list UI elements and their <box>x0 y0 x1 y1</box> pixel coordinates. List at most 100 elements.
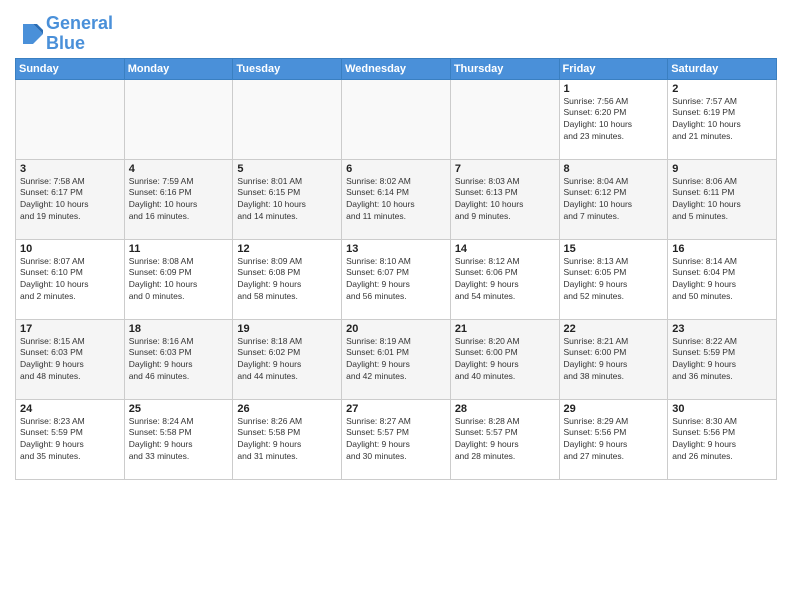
calendar-cell <box>124 79 233 159</box>
calendar-cell: 12Sunrise: 8:09 AM Sunset: 6:08 PM Dayli… <box>233 239 342 319</box>
day-info: Sunrise: 8:24 AM Sunset: 5:58 PM Dayligh… <box>129 416 229 464</box>
day-info: Sunrise: 8:12 AM Sunset: 6:06 PM Dayligh… <box>455 256 555 304</box>
calendar-cell: 8Sunrise: 8:04 AM Sunset: 6:12 PM Daylig… <box>559 159 668 239</box>
day-number: 8 <box>564 163 664 175</box>
calendar-cell: 20Sunrise: 8:19 AM Sunset: 6:01 PM Dayli… <box>342 319 451 399</box>
logo-icon <box>15 20 43 48</box>
day-info: Sunrise: 8:08 AM Sunset: 6:09 PM Dayligh… <box>129 256 229 304</box>
day-info: Sunrise: 8:06 AM Sunset: 6:11 PM Dayligh… <box>672 176 772 224</box>
day-header-thursday: Thursday <box>450 58 559 79</box>
day-number: 22 <box>564 323 664 335</box>
calendar-header: SundayMondayTuesdayWednesdayThursdayFrid… <box>16 58 777 79</box>
calendar-body: 1Sunrise: 7:56 AM Sunset: 6:20 PM Daylig… <box>16 79 777 479</box>
day-number: 23 <box>672 323 772 335</box>
day-number: 30 <box>672 403 772 415</box>
day-info: Sunrise: 8:18 AM Sunset: 6:02 PM Dayligh… <box>237 336 337 384</box>
calendar-cell: 17Sunrise: 8:15 AM Sunset: 6:03 PM Dayli… <box>16 319 125 399</box>
day-info: Sunrise: 8:13 AM Sunset: 6:05 PM Dayligh… <box>564 256 664 304</box>
day-header-tuesday: Tuesday <box>233 58 342 79</box>
calendar-cell: 22Sunrise: 8:21 AM Sunset: 6:00 PM Dayli… <box>559 319 668 399</box>
calendar-cell: 7Sunrise: 8:03 AM Sunset: 6:13 PM Daylig… <box>450 159 559 239</box>
day-number: 2 <box>672 83 772 95</box>
day-info: Sunrise: 8:04 AM Sunset: 6:12 PM Dayligh… <box>564 176 664 224</box>
day-info: Sunrise: 7:59 AM Sunset: 6:16 PM Dayligh… <box>129 176 229 224</box>
calendar-table: SundayMondayTuesdayWednesdayThursdayFrid… <box>15 58 777 480</box>
calendar-cell: 19Sunrise: 8:18 AM Sunset: 6:02 PM Dayli… <box>233 319 342 399</box>
calendar-cell: 25Sunrise: 8:24 AM Sunset: 5:58 PM Dayli… <box>124 399 233 479</box>
day-info: Sunrise: 8:03 AM Sunset: 6:13 PM Dayligh… <box>455 176 555 224</box>
calendar-cell: 16Sunrise: 8:14 AM Sunset: 6:04 PM Dayli… <box>668 239 777 319</box>
calendar-cell: 27Sunrise: 8:27 AM Sunset: 5:57 PM Dayli… <box>342 399 451 479</box>
calendar-cell <box>233 79 342 159</box>
day-number: 28 <box>455 403 555 415</box>
day-number: 17 <box>20 323 120 335</box>
header-row: SundayMondayTuesdayWednesdayThursdayFrid… <box>16 58 777 79</box>
day-header-sunday: Sunday <box>16 58 125 79</box>
day-info: Sunrise: 8:23 AM Sunset: 5:59 PM Dayligh… <box>20 416 120 464</box>
day-number: 6 <box>346 163 446 175</box>
calendar-cell <box>16 79 125 159</box>
day-number: 29 <box>564 403 664 415</box>
day-number: 10 <box>20 243 120 255</box>
day-number: 9 <box>672 163 772 175</box>
calendar-cell: 5Sunrise: 8:01 AM Sunset: 6:15 PM Daylig… <box>233 159 342 239</box>
day-info: Sunrise: 7:56 AM Sunset: 6:20 PM Dayligh… <box>564 96 664 144</box>
day-header-wednesday: Wednesday <box>342 58 451 79</box>
calendar-cell: 14Sunrise: 8:12 AM Sunset: 6:06 PM Dayli… <box>450 239 559 319</box>
day-info: Sunrise: 8:10 AM Sunset: 6:07 PM Dayligh… <box>346 256 446 304</box>
calendar-week-3: 17Sunrise: 8:15 AM Sunset: 6:03 PM Dayli… <box>16 319 777 399</box>
calendar-cell: 11Sunrise: 8:08 AM Sunset: 6:09 PM Dayli… <box>124 239 233 319</box>
calendar-cell: 6Sunrise: 8:02 AM Sunset: 6:14 PM Daylig… <box>342 159 451 239</box>
day-info: Sunrise: 8:16 AM Sunset: 6:03 PM Dayligh… <box>129 336 229 384</box>
calendar-cell: 18Sunrise: 8:16 AM Sunset: 6:03 PM Dayli… <box>124 319 233 399</box>
day-info: Sunrise: 7:57 AM Sunset: 6:19 PM Dayligh… <box>672 96 772 144</box>
day-info: Sunrise: 8:01 AM Sunset: 6:15 PM Dayligh… <box>237 176 337 224</box>
day-info: Sunrise: 8:21 AM Sunset: 6:00 PM Dayligh… <box>564 336 664 384</box>
calendar-cell: 29Sunrise: 8:29 AM Sunset: 5:56 PM Dayli… <box>559 399 668 479</box>
day-info: Sunrise: 8:14 AM Sunset: 6:04 PM Dayligh… <box>672 256 772 304</box>
calendar-cell: 28Sunrise: 8:28 AM Sunset: 5:57 PM Dayli… <box>450 399 559 479</box>
day-number: 3 <box>20 163 120 175</box>
logo-text: General Blue <box>46 14 113 54</box>
day-number: 16 <box>672 243 772 255</box>
calendar-week-0: 1Sunrise: 7:56 AM Sunset: 6:20 PM Daylig… <box>16 79 777 159</box>
day-number: 24 <box>20 403 120 415</box>
calendar-cell: 26Sunrise: 8:26 AM Sunset: 5:58 PM Dayli… <box>233 399 342 479</box>
day-info: Sunrise: 8:15 AM Sunset: 6:03 PM Dayligh… <box>20 336 120 384</box>
calendar-cell: 3Sunrise: 7:58 AM Sunset: 6:17 PM Daylig… <box>16 159 125 239</box>
logo: General Blue <box>15 14 113 54</box>
calendar-cell: 4Sunrise: 7:59 AM Sunset: 6:16 PM Daylig… <box>124 159 233 239</box>
day-info: Sunrise: 8:27 AM Sunset: 5:57 PM Dayligh… <box>346 416 446 464</box>
day-number: 4 <box>129 163 229 175</box>
calendar-cell: 23Sunrise: 8:22 AM Sunset: 5:59 PM Dayli… <box>668 319 777 399</box>
day-number: 1 <box>564 83 664 95</box>
day-number: 7 <box>455 163 555 175</box>
header: General Blue <box>15 10 777 54</box>
calendar-cell: 30Sunrise: 8:30 AM Sunset: 5:56 PM Dayli… <box>668 399 777 479</box>
calendar-cell: 10Sunrise: 8:07 AM Sunset: 6:10 PM Dayli… <box>16 239 125 319</box>
day-number: 26 <box>237 403 337 415</box>
calendar-cell: 9Sunrise: 8:06 AM Sunset: 6:11 PM Daylig… <box>668 159 777 239</box>
day-info: Sunrise: 8:30 AM Sunset: 5:56 PM Dayligh… <box>672 416 772 464</box>
day-info: Sunrise: 8:20 AM Sunset: 6:00 PM Dayligh… <box>455 336 555 384</box>
day-number: 25 <box>129 403 229 415</box>
day-number: 15 <box>564 243 664 255</box>
day-info: Sunrise: 8:22 AM Sunset: 5:59 PM Dayligh… <box>672 336 772 384</box>
calendar-cell: 2Sunrise: 7:57 AM Sunset: 6:19 PM Daylig… <box>668 79 777 159</box>
day-header-friday: Friday <box>559 58 668 79</box>
day-info: Sunrise: 8:26 AM Sunset: 5:58 PM Dayligh… <box>237 416 337 464</box>
day-number: 14 <box>455 243 555 255</box>
day-number: 11 <box>129 243 229 255</box>
day-info: Sunrise: 8:19 AM Sunset: 6:01 PM Dayligh… <box>346 336 446 384</box>
day-header-saturday: Saturday <box>668 58 777 79</box>
calendar-cell: 21Sunrise: 8:20 AM Sunset: 6:00 PM Dayli… <box>450 319 559 399</box>
page-container: General Blue SundayMondayTuesdayWednesda… <box>0 0 792 485</box>
calendar-cell <box>342 79 451 159</box>
day-number: 21 <box>455 323 555 335</box>
calendar-cell: 13Sunrise: 8:10 AM Sunset: 6:07 PM Dayli… <box>342 239 451 319</box>
calendar-cell: 1Sunrise: 7:56 AM Sunset: 6:20 PM Daylig… <box>559 79 668 159</box>
day-number: 18 <box>129 323 229 335</box>
day-number: 27 <box>346 403 446 415</box>
day-info: Sunrise: 8:09 AM Sunset: 6:08 PM Dayligh… <box>237 256 337 304</box>
calendar-cell: 24Sunrise: 8:23 AM Sunset: 5:59 PM Dayli… <box>16 399 125 479</box>
